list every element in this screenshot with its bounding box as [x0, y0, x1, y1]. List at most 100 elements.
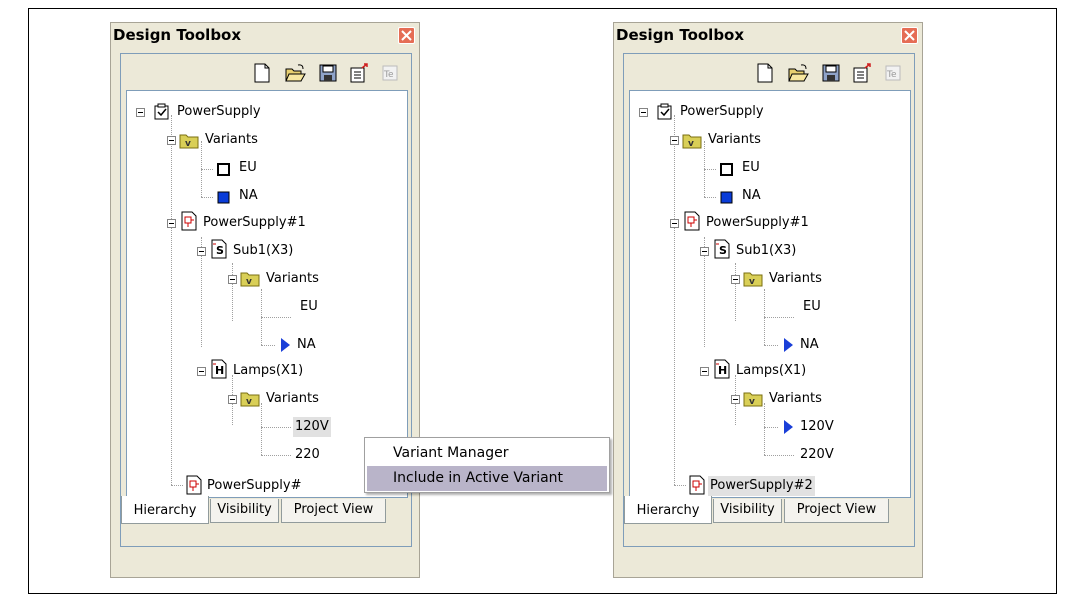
tree-node-label[interactable]: Variants	[767, 389, 824, 409]
tree-node-label[interactable]: Lamps(X1)	[734, 361, 808, 381]
collapse-toggle[interactable]	[731, 275, 740, 284]
svg-text:H: H	[215, 364, 224, 377]
hier-sheet-icon: H	[210, 359, 228, 379]
tree-node-label-selected[interactable]: PowerSupply#2	[708, 476, 815, 496]
design-toolbox-window-left: Design Toolbox Te PowerSupply v Variants…	[110, 22, 420, 578]
svg-text:v: v	[749, 397, 755, 407]
tree-node-label[interactable]: PowerSupply	[175, 102, 263, 122]
active-arrow-icon	[780, 336, 798, 354]
tree-node-label[interactable]: EU	[801, 297, 823, 317]
blue-square-icon	[718, 189, 736, 207]
empty-square-icon	[215, 161, 233, 179]
tab-project-view[interactable]: Project View	[281, 499, 386, 523]
window-title: Design Toolbox	[113, 26, 242, 44]
toolbar: Te	[121, 54, 411, 92]
tree-node-label[interactable]: 120V	[798, 417, 836, 437]
collapse-toggle[interactable]	[700, 367, 709, 376]
collapse-toggle[interactable]	[197, 367, 206, 376]
open-folder-icon[interactable]	[787, 62, 809, 84]
tree-node-label[interactable]: Lamps(X1)	[231, 361, 305, 381]
empty-square-icon	[718, 161, 736, 179]
export-icon[interactable]	[851, 62, 873, 84]
variants-folder-icon: v	[743, 389, 763, 407]
tree-node-label[interactable]: NA	[237, 186, 260, 206]
tree-node-label[interactable]: NA	[740, 186, 763, 206]
svg-text:H: H	[718, 364, 727, 377]
open-folder-icon[interactable]	[284, 62, 306, 84]
collapse-toggle[interactable]	[197, 247, 206, 256]
tab-visibility[interactable]: Visibility	[713, 499, 782, 523]
tree-node-label[interactable]: PowerSupply#1	[704, 213, 811, 233]
context-menu: Variant Manager Include in Active Varian…	[364, 437, 610, 493]
menu-item-variant-manager[interactable]: Variant Manager	[367, 441, 607, 466]
tree-node-label[interactable]: Variants	[264, 389, 321, 409]
tree-node-label[interactable]: Variants	[706, 130, 763, 150]
collapse-toggle[interactable]	[167, 136, 176, 145]
title-bar: Design Toolbox	[614, 23, 922, 53]
collapse-toggle[interactable]	[228, 275, 237, 284]
export-icon[interactable]	[348, 62, 370, 84]
tree-node-label[interactable]: Variants	[264, 269, 321, 289]
collapse-toggle[interactable]	[228, 395, 237, 404]
tree-node-label[interactable]: 220	[293, 445, 322, 465]
tree-node-label[interactable]: EU	[237, 158, 259, 178]
collapse-toggle[interactable]	[167, 219, 176, 228]
schematic-doc-icon	[180, 211, 198, 231]
svg-text:v: v	[185, 139, 191, 149]
collapse-toggle[interactable]	[731, 395, 740, 404]
tree-node-label[interactable]: PowerSupply	[678, 102, 766, 122]
schematic-doc-icon	[185, 475, 203, 495]
svg-text:v: v	[688, 139, 694, 149]
tree-node-label[interactable]: Variants	[767, 269, 824, 289]
toolbar: Te	[624, 54, 914, 92]
sub-sheet-icon: S	[713, 239, 731, 259]
variants-folder-icon: v	[743, 269, 763, 287]
tab-visibility[interactable]: Visibility	[210, 499, 279, 523]
tree-node-label[interactable]: PowerSupply#	[205, 476, 304, 496]
close-icon[interactable]	[398, 27, 415, 44]
tree-node-label[interactable]: EU	[740, 158, 762, 178]
text-edit-icon: Te	[379, 62, 401, 84]
menu-item-include-in-active-variant[interactable]: Include in Active Variant	[367, 466, 607, 491]
tree-node-label[interactable]: PowerSupply#1	[201, 213, 308, 233]
collapse-toggle[interactable]	[670, 136, 679, 145]
save-icon[interactable]	[317, 62, 339, 84]
tab-bar: Hierarchy Visibility Project View	[624, 496, 914, 526]
active-arrow-icon	[277, 336, 295, 354]
tab-hierarchy[interactable]: Hierarchy	[624, 496, 712, 524]
new-doc-icon[interactable]	[754, 62, 776, 84]
tree-node-label[interactable]: Variants	[203, 130, 260, 150]
collapse-toggle[interactable]	[670, 219, 679, 228]
collapse-toggle[interactable]	[639, 108, 648, 117]
active-arrow-icon	[780, 418, 798, 436]
tree-node-label-selected[interactable]: 120V	[293, 417, 331, 437]
blue-square-icon	[215, 189, 233, 207]
tree-node-label[interactable]: Sub1(X3)	[231, 241, 295, 261]
svg-text:Te: Te	[886, 70, 897, 80]
tree-node-label[interactable]: EU	[298, 297, 320, 317]
title-bar: Design Toolbox	[111, 23, 419, 53]
tab-hierarchy[interactable]: Hierarchy	[121, 496, 209, 524]
collapse-toggle[interactable]	[136, 108, 145, 117]
variants-folder-icon: v	[240, 389, 260, 407]
svg-text:v: v	[749, 277, 755, 287]
tree-node-label[interactable]: 220V	[798, 445, 836, 465]
variants-folder-icon: v	[682, 131, 702, 149]
collapse-toggle[interactable]	[700, 247, 709, 256]
variants-folder-icon: v	[240, 269, 260, 287]
tree-node-label[interactable]: NA	[295, 335, 318, 355]
tree-node-label[interactable]: Sub1(X3)	[734, 241, 798, 261]
save-icon[interactable]	[820, 62, 842, 84]
close-icon[interactable]	[901, 27, 918, 44]
sub-sheet-icon: S	[210, 239, 228, 259]
tab-project-view[interactable]: Project View	[784, 499, 889, 523]
checkbox-icon	[656, 103, 674, 121]
window-title: Design Toolbox	[616, 26, 745, 44]
svg-text:v: v	[246, 277, 252, 287]
svg-text:S: S	[719, 244, 727, 257]
checkbox-icon	[153, 103, 171, 121]
hierarchy-tree[interactable]: PowerSupply v Variants EU NA PowerSupply…	[629, 90, 911, 498]
new-doc-icon[interactable]	[251, 62, 273, 84]
tree-node-label[interactable]: NA	[798, 335, 821, 355]
schematic-doc-icon	[683, 211, 701, 231]
